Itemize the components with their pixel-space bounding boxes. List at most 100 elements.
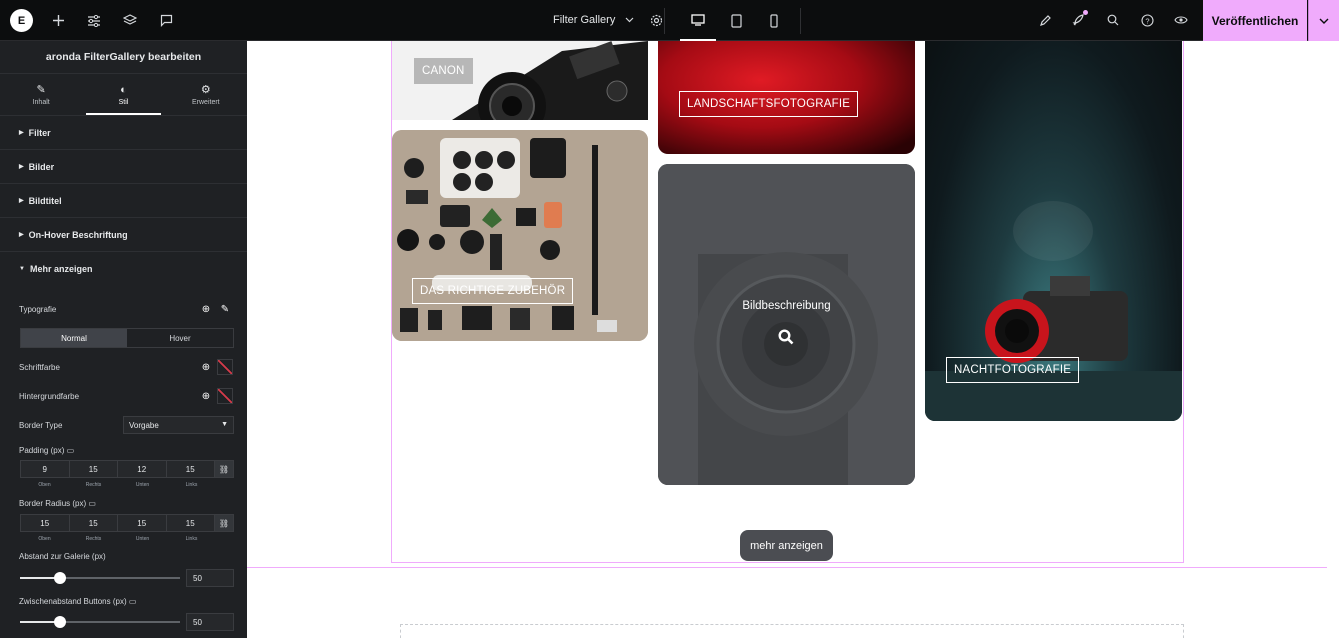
link-icon[interactable]: ⛓ [215, 461, 233, 477]
radius-right-input[interactable]: 15 [69, 515, 118, 531]
section-bilder[interactable]: ▶ Bilder [0, 150, 247, 184]
show-more-button[interactable]: mehr anzeigen [740, 530, 833, 561]
normal-tab[interactable]: Normal [21, 329, 127, 347]
zwischenabstand-input[interactable]: 50 [186, 613, 234, 631]
dim-label: Oben [38, 482, 51, 488]
svg-text:?: ? [1145, 16, 1149, 25]
layers-icon[interactable] [119, 10, 141, 32]
section-mehr-anzeigen[interactable]: ▼ Mehr anzeigen [0, 252, 247, 286]
top-toolbar: E Filter Gallery ? Veröffentlichen [0, 0, 1339, 41]
desktop-icon[interactable]: ▭ [88, 499, 96, 508]
zwischenabstand-label-text: Zwischenabstand Buttons (px) [19, 597, 127, 606]
mobile-view-button[interactable] [756, 0, 792, 41]
desktop-icon[interactable]: ▭ [67, 446, 75, 455]
section-bildtitel[interactable]: ▶ Bildtitel [0, 184, 247, 218]
radius-bottom-input[interactable]: 15 [118, 515, 167, 531]
dim-label: Rechts [85, 482, 102, 488]
section-on-hover[interactable]: ▶ On-Hover Beschriftung [0, 218, 247, 252]
schriftfarbe-label: Schriftfarbe [19, 363, 60, 372]
caret-down-icon: ▼ [221, 421, 228, 428]
toolbar-right: ? [1034, 9, 1192, 31]
globe-icon[interactable]: ⊕ [198, 301, 214, 317]
radius-top-input[interactable]: 15 [21, 515, 70, 531]
border-type-label: Border Type [19, 421, 63, 430]
caption-landschaft: LANDSCHAFTSFOTOGRAFIE [679, 91, 859, 117]
dim-label: Links [185, 536, 198, 542]
radius-left-input[interactable]: 15 [166, 515, 215, 531]
lens-image [658, 164, 915, 485]
padding-left-input[interactable]: 15 [166, 461, 215, 477]
edit-pencil-icon[interactable]: ✎ [217, 301, 233, 317]
link-icon[interactable]: ⛓ [215, 515, 233, 531]
brush-icon[interactable] [1034, 9, 1056, 31]
editor-app: E Filter Gallery ? Veröffentlichen arond… [0, 0, 1339, 638]
gallery-item-landschaft[interactable]: LANDSCHAFTSFOTOGRAFIE [658, 41, 915, 154]
publish-options-button[interactable] [1308, 0, 1339, 41]
preview-canvas: CANON LANDSCHAFTSFOTOGRAFIE DAS RICHTIGE… [247, 41, 1339, 638]
hover-tab[interactable]: Hover [127, 329, 233, 347]
equipment-flatlay-image [392, 130, 648, 341]
abstand-label: Abstand zur Galerie (px) [19, 552, 106, 561]
dim-label: Unten [135, 536, 150, 542]
typografie-label: Typografie [19, 305, 57, 314]
gallery-item-zubehoer[interactable]: DAS RICHTIGE ZUBEHÖR [392, 130, 648, 341]
border-radius-label: Border Radius (px) ▭ [19, 499, 96, 508]
section-label: On-Hover Beschriftung [28, 229, 128, 240]
search-icon[interactable] [1102, 9, 1124, 31]
chevron-down-icon [1319, 18, 1329, 24]
padding-label-text: Padding (px) [19, 446, 65, 455]
section-filter[interactable]: ▶ Filter [0, 116, 247, 150]
help-icon[interactable]: ? [1136, 9, 1158, 31]
padding-bottom-input[interactable]: 12 [118, 461, 167, 477]
dim-label: Links [185, 482, 198, 488]
padding-inputs: 9 15 12 15 ⛓ [20, 460, 234, 478]
chat-icon[interactable] [155, 10, 177, 32]
caret-right-icon: ▶ [19, 164, 24, 170]
color-swatch[interactable] [217, 359, 233, 375]
tab-inhalt[interactable]: ✎ Inhalt [0, 74, 82, 115]
desktop-icon [691, 13, 705, 26]
zwischenabstand-slider-handle[interactable] [54, 616, 66, 628]
panel-tabs: ✎ Inhalt ◐ Stil ⚙ Erweitert [0, 74, 247, 116]
globe-icon[interactable]: ⊕ [198, 388, 214, 404]
eye-icon[interactable] [1170, 9, 1192, 31]
desktop-icon[interactable]: ▭ [129, 597, 137, 606]
sliders-icon[interactable] [83, 10, 105, 32]
padding-side-labels: Oben Rechts Unten Links [20, 482, 216, 488]
document-title[interactable]: Filter Gallery [553, 14, 615, 26]
elementor-logo-icon[interactable]: E [10, 9, 33, 32]
tablet-view-button[interactable] [718, 0, 754, 41]
toolbar-left: E [10, 9, 177, 32]
editor-panel: aronda FilterGallery bearbeiten ✎ Inhalt… [0, 41, 247, 638]
padding-right-input[interactable]: 15 [69, 461, 118, 477]
gallery-item-nacht[interactable]: NACHTFOTOGRAFIE [925, 41, 1182, 421]
section-label: Filter [28, 127, 51, 138]
radius-side-labels: Oben Rechts Unten Links [20, 536, 216, 542]
zwischenabstand-label: Zwischenabstand Buttons (px) ▭ [19, 597, 136, 606]
color-swatch[interactable] [217, 388, 233, 404]
gallery-item-objektiv[interactable]: Bildbeschreibung [658, 164, 915, 485]
section-border [247, 567, 1327, 568]
globe-icon[interactable]: ⊕ [198, 359, 214, 375]
abstand-slider-handle[interactable] [54, 572, 66, 584]
pencil-icon: ✎ [36, 84, 46, 96]
border-type-select[interactable]: Vorgabe ▼ [123, 416, 234, 434]
search-icon[interactable] [778, 329, 794, 345]
tab-erweitert[interactable]: ⚙ Erweitert [165, 74, 247, 115]
notification-dot [1083, 10, 1088, 15]
plus-icon[interactable] [47, 10, 69, 32]
empty-section-dropzone[interactable] [400, 624, 1184, 638]
rocket-icon[interactable] [1068, 9, 1090, 31]
desktop-view-button[interactable] [680, 0, 716, 41]
caret-right-icon: ▶ [19, 198, 24, 204]
tablet-icon [730, 13, 742, 28]
gallery-item-canon[interactable]: CANON [392, 41, 648, 120]
section-label: Bildtitel [28, 195, 62, 206]
chevron-down-icon[interactable] [623, 9, 635, 31]
abstand-input[interactable]: 50 [186, 569, 234, 587]
padding-top-input[interactable]: 9 [21, 461, 70, 477]
tab-stil[interactable]: ◐ Stil [82, 74, 164, 115]
publish-button[interactable]: Veröffentlichen [1203, 0, 1307, 41]
panel-title: aronda FilterGallery bearbeiten [0, 41, 247, 74]
gear-icon: ⚙ [200, 84, 211, 96]
